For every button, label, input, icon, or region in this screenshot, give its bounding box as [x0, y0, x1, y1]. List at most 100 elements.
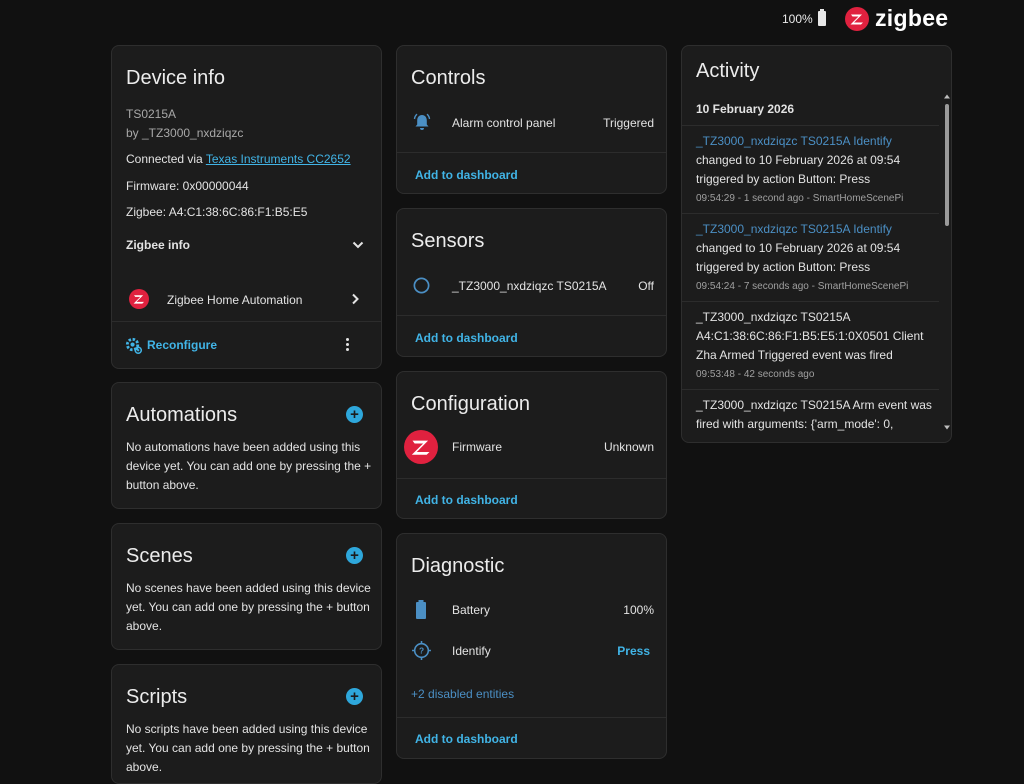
scenes-card: Scenes + No scenes have been added using…: [111, 523, 382, 650]
add-automation-button[interactable]: +: [346, 406, 363, 423]
crosshairs-question-icon: ?: [412, 641, 431, 660]
more-options-icon[interactable]: [343, 336, 353, 354]
entry-trigger: triggered by action Button: Press: [696, 260, 871, 274]
add-to-dashboard-button[interactable]: Add to dashboard: [415, 331, 518, 345]
entity-name: Battery: [452, 603, 491, 617]
firmware-version: Firmware: 0x00000044: [126, 179, 249, 193]
disabled-entities-link[interactable]: +2 disabled entities: [411, 687, 514, 701]
divider: [682, 389, 939, 390]
card-title: Sensors: [411, 230, 485, 252]
reconfigure-button[interactable]: Reconfigure: [122, 333, 232, 357]
activity-card: Activity 10 February 2026 _TZ3000_nxdziq…: [681, 45, 952, 443]
integration-name: Zigbee Home Automation: [167, 293, 303, 307]
card-title: Automations: [126, 404, 238, 426]
add-to-dashboard-button[interactable]: Add to dashboard: [415, 732, 518, 746]
divider: [682, 213, 939, 214]
zigbee-logo-icon: [845, 6, 869, 31]
entry-time: 09:53:48 - 42 seconds ago: [696, 369, 815, 380]
entry-entity: _TZ3000_nxdziqzc TS0215A: [696, 310, 851, 324]
entry-message: changed to 10 February 2026 at 09:54: [696, 153, 901, 167]
automations-empty-text: No automations have been added using thi…: [126, 440, 372, 492]
battery-icon: [817, 9, 826, 26]
divider: [397, 478, 666, 479]
add-to-dashboard-button[interactable]: Add to dashboard: [415, 493, 518, 507]
divider: [397, 717, 666, 718]
divider: [682, 125, 939, 126]
chevron-down-icon: [352, 241, 364, 249]
zigbee-info-label: Zigbee info: [126, 238, 190, 252]
circle-outline-icon: [413, 277, 430, 294]
battery-percentage: 100%: [782, 11, 813, 26]
card-title: Configuration: [411, 393, 530, 415]
device-info-card: Device info TS0215A by _TZ3000_nxdziqzc …: [111, 45, 382, 369]
zha-icon: [129, 289, 149, 309]
card-title: Activity: [696, 60, 760, 82]
entry-message: A4:C1:38:6C:86:F1:B5:E5:1:0X0501 Client: [696, 329, 924, 343]
svg-text:?: ?: [419, 646, 424, 656]
battery-icon: [416, 600, 426, 619]
scrollbar-thumb[interactable]: [945, 104, 949, 226]
entity-row-sensor[interactable]: _TZ3000_nxdziqzc TS0215A Off: [397, 271, 666, 301]
activity-entry: _TZ3000_nxdziqzc TS0215A A4:C1:38:6C:86:…: [696, 308, 941, 384]
entity-name: Firmware: [452, 440, 502, 454]
sensors-card: Sensors _TZ3000_nxdziqzc TS0215A Off Add…: [396, 208, 667, 357]
add-scene-button[interactable]: +: [346, 547, 363, 564]
battery-status: 100%: [782, 9, 826, 26]
integration-row[interactable]: Zigbee Home Automation: [112, 284, 381, 316]
entity-state: Triggered: [603, 116, 654, 130]
activity-entry: _TZ3000_nxdziqzc TS0215A Identify change…: [696, 220, 941, 296]
zigbee-address: Zigbee: A4:C1:38:6C:86:F1:B5:E5: [126, 205, 308, 219]
activity-entry: _TZ3000_nxdziqzc TS0215A Identify change…: [696, 132, 941, 208]
zigbee-brand: zigbee: [845, 5, 948, 32]
entry-message: changed to 10 February 2026 at 09:54: [696, 241, 901, 255]
entry-entity-link[interactable]: _TZ3000_nxdziqzc TS0215A Identify: [696, 220, 941, 239]
scripts-empty-text: No scripts have been added using this de…: [126, 722, 370, 774]
device-manufacturer: by _TZ3000_nxdziqzc: [126, 126, 244, 140]
scripts-card: Scripts + No scripts have been added usi…: [111, 664, 382, 784]
entity-state: Unknown: [603, 440, 654, 454]
cog-icon: [125, 337, 143, 355]
divider: [397, 315, 666, 316]
entity-name: Alarm control panel: [452, 116, 556, 130]
connected-via: Connected via Texas Instruments CC2652: [126, 152, 351, 166]
entity-state: Off: [638, 279, 654, 293]
entity-row-firmware[interactable]: Firmware Unknown: [397, 430, 666, 464]
bell-ring-icon: [413, 113, 431, 130]
entry-entity-link[interactable]: _TZ3000_nxdziqzc TS0215A Identify: [696, 132, 941, 151]
entry-trigger: triggered by action Button: Press: [696, 172, 871, 186]
coordinator-link[interactable]: Texas Instruments CC2652: [206, 152, 351, 166]
activity-date: 10 February 2026: [696, 102, 795, 116]
card-title: Scenes: [126, 545, 193, 567]
divider: [682, 301, 939, 302]
add-script-button[interactable]: +: [346, 688, 363, 705]
zigbee-info-expander[interactable]: Zigbee info: [112, 229, 381, 261]
entity-row-identify: ? Identify Press: [397, 637, 666, 665]
add-to-dashboard-button[interactable]: Add to dashboard: [415, 168, 518, 182]
device-model: TS0215A: [126, 107, 177, 121]
identify-press-button[interactable]: Press: [617, 644, 650, 658]
zigbee-firmware-icon: [404, 430, 438, 464]
entry-entity: _TZ3000_nxdziqzc TS0215A Arm event was: [696, 398, 932, 412]
automations-card: Automations + No automations have been a…: [111, 382, 382, 509]
entity-row-battery[interactable]: Battery 100%: [397, 596, 666, 624]
card-title: Scripts: [126, 686, 188, 708]
entry-message: fired with arguments: {'arm_mode': 0,: [696, 417, 894, 431]
card-title: Diagnostic: [411, 555, 505, 577]
scroll-up-arrow-icon: [944, 94, 950, 99]
scroll-down-arrow-icon: [944, 425, 950, 430]
entry-time: 09:54:29 - 1 second ago - SmartHomeScene…: [696, 193, 904, 204]
controls-card: Controls Alarm control panel Triggered A…: [396, 45, 667, 194]
entity-state: 100%: [623, 603, 654, 617]
divider: [397, 152, 666, 153]
entity-row-alarm[interactable]: Alarm control panel Triggered: [397, 108, 666, 138]
brand-name: zigbee: [875, 5, 949, 31]
reconfigure-label: Reconfigure: [147, 338, 218, 352]
top-bar: 100% zigbee: [0, 0, 1024, 40]
entity-name: Identify: [452, 644, 491, 658]
card-title: Device info: [126, 67, 225, 89]
diagnostic-card: Diagnostic Battery 100% ? Identify Press…: [396, 533, 667, 759]
scenes-empty-text: No scenes have been added using this dev…: [126, 581, 371, 633]
divider: [112, 321, 381, 322]
entry-time: 09:54:24 - 7 seconds ago - SmartHomeScen…: [696, 281, 909, 292]
activity-entry: _TZ3000_nxdziqzc TS0215A Arm event was f…: [696, 396, 941, 434]
